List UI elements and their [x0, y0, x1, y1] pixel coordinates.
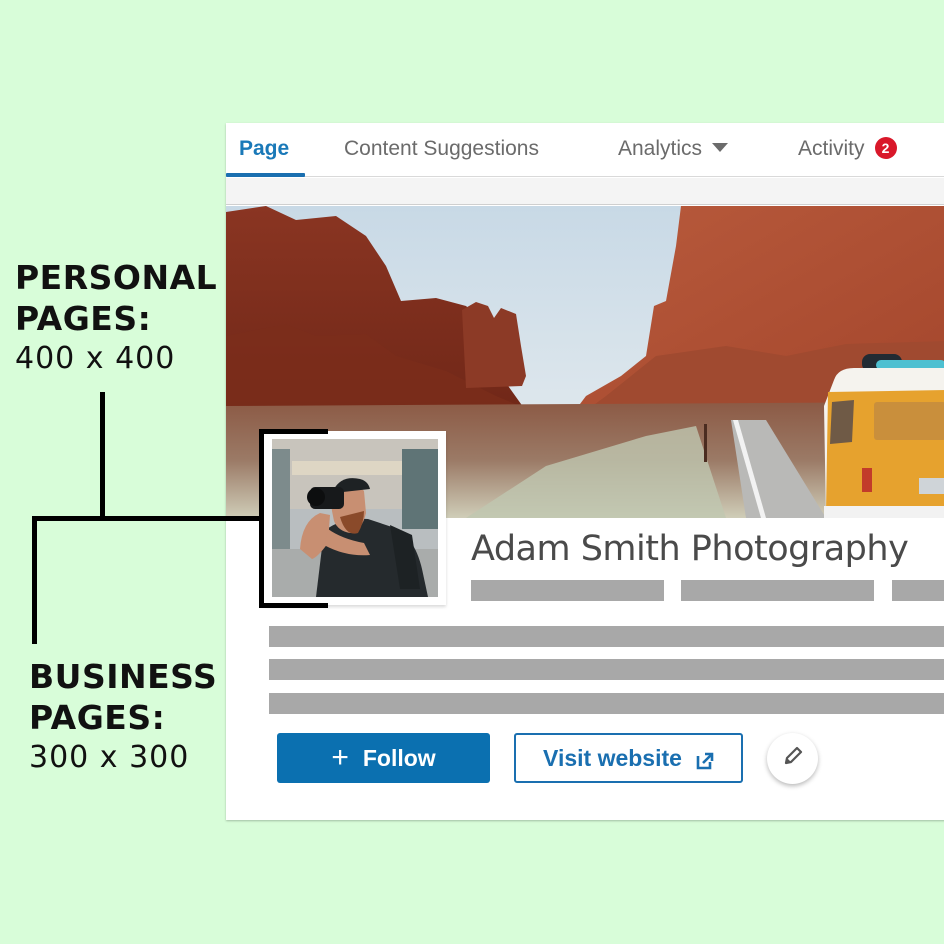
road-post — [704, 424, 707, 462]
plus-icon: + — [331, 741, 349, 774]
profile-photo-frame — [264, 431, 446, 605]
placeholder-bar — [269, 693, 944, 714]
visit-website-button[interactable]: Visit website — [514, 733, 743, 783]
caret-down-icon — [712, 143, 729, 152]
page-name: Adam Smith Photography — [471, 529, 909, 569]
profile-photo[interactable] — [272, 439, 438, 597]
pencil-icon — [782, 745, 804, 772]
tab-content-suggestions-label: Content Suggestions — [344, 137, 539, 160]
tab-page[interactable]: Page — [239, 137, 289, 161]
personal-size-label: 400 x 400 — [15, 341, 176, 376]
placeholder-bar — [269, 626, 944, 647]
personal-heading-line1: PERSONAL — [15, 258, 218, 297]
profile-photo-scene — [272, 439, 438, 597]
sub-toolbar — [226, 178, 944, 205]
business-connector-vertical — [32, 516, 37, 644]
business-size-label: 300 x 300 — [29, 740, 190, 775]
personal-connector-vertical — [100, 392, 105, 519]
visit-website-label: Visit website — [543, 744, 682, 771]
photo-bracket-top — [259, 429, 328, 434]
tab-activity-label: Activity — [798, 137, 865, 160]
business-heading-line1: BUSINESS — [29, 657, 218, 696]
photo-bracket-vertical — [259, 429, 264, 607]
business-heading-line2: PAGES: — [29, 698, 166, 737]
follow-button-label: Follow — [362, 744, 436, 771]
photo-bracket-bottom — [259, 603, 328, 608]
tab-analytics-label: Analytics — [618, 137, 703, 160]
company-page-card: Page Content Suggestions Analytics Activ… — [226, 123, 944, 820]
external-link-icon — [696, 749, 714, 770]
tab-bar: Page Content Suggestions Analytics Activ… — [226, 123, 944, 177]
placeholder-bar — [471, 580, 664, 601]
tab-analytics[interactable]: Analytics — [618, 137, 729, 161]
business-pages-annotation: BUSINESS PAGES: 300 x 300 — [29, 656, 217, 778]
follow-button[interactable]: + Follow — [277, 733, 490, 783]
edit-button[interactable] — [767, 733, 818, 784]
camper-van — [824, 354, 944, 518]
tab-content-suggestions[interactable]: Content Suggestions — [344, 137, 539, 161]
placeholder-bar — [892, 580, 944, 601]
connector-horizontal — [32, 516, 264, 521]
placeholder-bar — [681, 580, 874, 601]
notification-badge: 2 — [874, 137, 897, 159]
personal-heading-line2: PAGES: — [15, 299, 152, 338]
tab-activity[interactable]: Activity 2 — [798, 137, 897, 161]
active-tab-indicator — [226, 173, 305, 177]
tab-page-label: Page — [239, 137, 290, 160]
placeholder-bar — [269, 659, 944, 680]
personal-pages-annotation: PERSONAL PAGES: 400 x 400 — [15, 257, 217, 379]
